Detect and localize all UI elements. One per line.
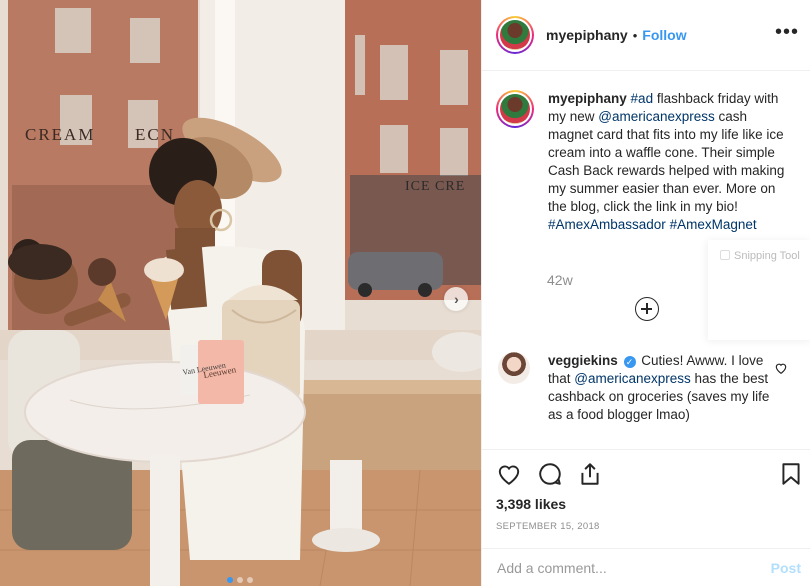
follow-button[interactable]: Follow xyxy=(642,27,686,43)
caption-text: myepiphany #ad flashback friday with my … xyxy=(548,90,793,234)
snipping-tool-icon xyxy=(720,250,730,260)
commenter-avatar[interactable] xyxy=(498,352,530,384)
caption-tag-link[interactable]: #ad xyxy=(631,91,654,106)
caption-tag-link[interactable]: #AmexAmbassador xyxy=(548,217,666,232)
post-comment-button[interactable]: Post xyxy=(771,560,801,576)
likes-count[interactable]: 3,398 likes xyxy=(496,496,566,512)
caption-avatar[interactable] xyxy=(496,90,534,128)
caption-username[interactable]: myepiphany xyxy=(548,91,627,106)
verified-badge-icon: ✓ xyxy=(623,356,636,368)
post-sidebar: myepiphany • Follow ••• myepiphany #ad f… xyxy=(481,0,810,586)
window-sign-left-2: ECN xyxy=(135,125,175,144)
carousel-dot xyxy=(237,577,243,583)
chevron-right-icon: › xyxy=(454,291,459,307)
comment-tag-link[interactable]: @americanexpress xyxy=(574,371,691,386)
caption-tag-link[interactable]: #AmexMagnet xyxy=(670,217,757,232)
share-icon[interactable] xyxy=(577,461,603,487)
snipping-tool-overlay[interactable]: Snipping Tool xyxy=(708,240,810,340)
comment-bubble-icon[interactable] xyxy=(537,461,563,487)
post-age[interactable]: 42w xyxy=(547,272,573,288)
load-more-comments-icon[interactable] xyxy=(635,297,659,321)
post-date: SEPTEMBER 15, 2018 xyxy=(496,521,600,532)
carousel-dot xyxy=(227,577,233,583)
post-header: myepiphany • Follow ••• xyxy=(482,0,810,71)
more-options-icon[interactable]: ••• xyxy=(775,22,799,42)
post-actions xyxy=(482,449,810,494)
carousel-next-button[interactable]: › xyxy=(444,287,468,311)
author-username[interactable]: myepiphany xyxy=(546,27,628,43)
carousel-dots xyxy=(227,577,253,583)
bookmark-icon[interactable] xyxy=(778,461,804,487)
caption-body: #ad flashback friday with my new @americ… xyxy=(548,91,784,232)
like-heart-icon[interactable] xyxy=(496,461,522,487)
caption-tag-link[interactable]: @americanexpress xyxy=(598,109,715,124)
comment-text: veggiekins ✓ Cuties! Awww. I love that @… xyxy=(548,352,773,424)
commenter-username[interactable]: veggiekins xyxy=(548,353,618,368)
snipping-tool-label: Snipping Tool xyxy=(734,250,800,262)
carousel-dot xyxy=(247,577,253,583)
add-comment-bar: Post xyxy=(482,548,810,586)
caption-text: cash magnet card that fits into my life … xyxy=(548,109,785,214)
photo-scene: CREAM ECN ICE CRE Van Leeuwen Leeuwen xyxy=(0,0,481,586)
post-caption: myepiphany #ad flashback friday with my … xyxy=(496,90,801,234)
window-sign-left: CREAM xyxy=(25,125,95,144)
header-separator: • xyxy=(632,27,638,43)
author-avatar[interactable] xyxy=(496,16,534,54)
storefront-sign: ICE CRE xyxy=(405,179,465,194)
post-photo[interactable]: CREAM ECN ICE CRE Van Leeuwen Leeuwen › xyxy=(0,0,481,586)
comment-like-heart-icon[interactable] xyxy=(774,361,788,375)
comment-item: veggiekins ✓ Cuties! Awww. I love that @… xyxy=(496,352,801,424)
comment-input[interactable] xyxy=(497,559,747,576)
